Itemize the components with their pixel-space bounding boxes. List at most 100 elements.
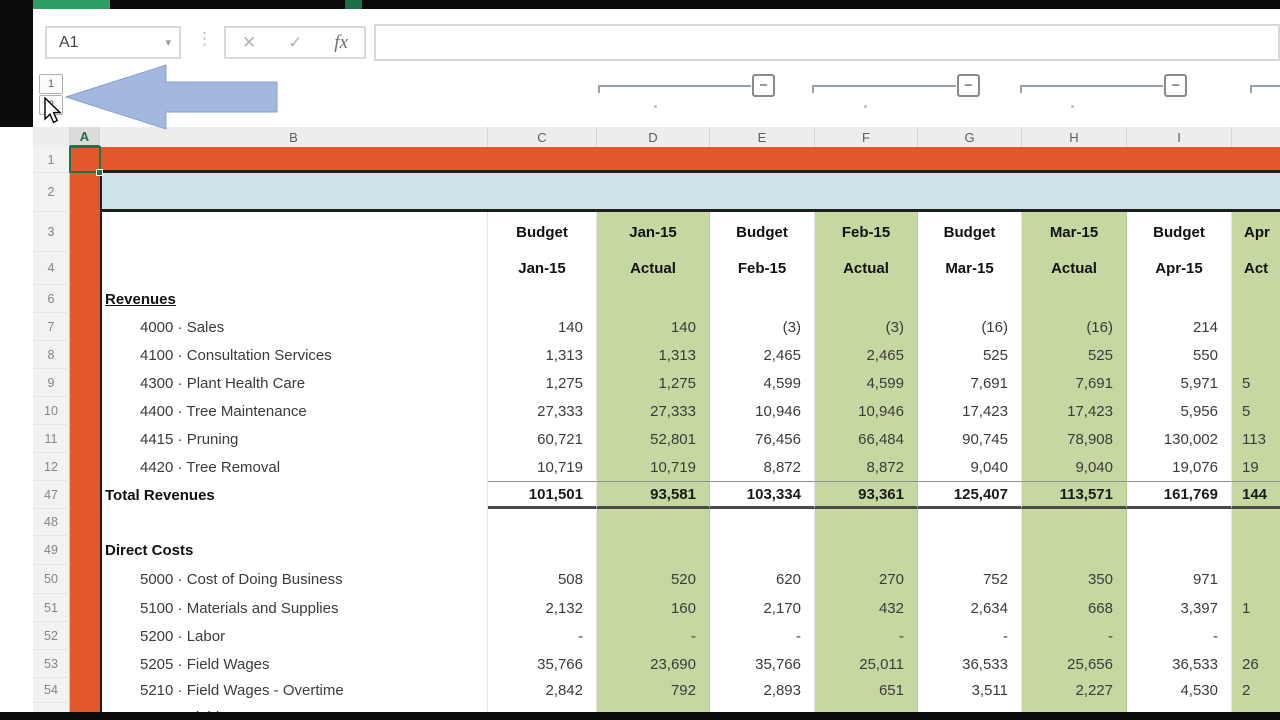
cell-B3[interactable] [100, 212, 488, 252]
cell-G50[interactable]: 752 [918, 565, 1022, 594]
cell-G4[interactable]: Mar-15 [918, 252, 1022, 285]
cell-D8[interactable]: 1,313 [597, 341, 710, 369]
cell-J49[interactable] [1232, 536, 1280, 565]
cell-B50[interactable]: 5000 · Cost of Doing Business [100, 565, 488, 594]
cell-F50[interactable]: 270 [815, 565, 918, 594]
cell-J9[interactable]: 5 [1232, 369, 1280, 397]
cell-J7[interactable] [1232, 313, 1280, 341]
fill-handle[interactable] [96, 169, 103, 176]
cell-B11[interactable]: 4415 · Pruning [100, 425, 488, 453]
cell-F8[interactable]: 2,465 [815, 341, 918, 369]
cell-G3[interactable]: Budget [918, 212, 1022, 252]
cell-D50[interactable]: 520 [597, 565, 710, 594]
cell-D47[interactable]: 93,581 [597, 481, 710, 509]
cell-I6[interactable] [1127, 285, 1232, 313]
cell-H47[interactable]: 113,571 [1022, 481, 1127, 509]
row-header-10[interactable]: 10 [33, 397, 70, 425]
cell-J11[interactable]: 113 [1232, 425, 1280, 453]
row-header-3[interactable]: 3 [33, 212, 70, 252]
cell-J55[interactable] [1232, 703, 1280, 712]
cell-H55[interactable]: 400 [1022, 703, 1127, 712]
cell-G6[interactable] [918, 285, 1022, 313]
cell-A3[interactable] [70, 212, 100, 252]
cell-H49[interactable] [1022, 536, 1127, 565]
cell-H7[interactable]: (16) [1022, 313, 1127, 341]
cell-B9[interactable]: 4300 · Plant Health Care [100, 369, 488, 397]
cell-F6[interactable] [815, 285, 918, 313]
cell-C8[interactable]: 1,313 [488, 341, 597, 369]
cell-E49[interactable] [710, 536, 815, 565]
cell-B53[interactable]: 5205 · Field Wages [100, 650, 488, 678]
cell-G8[interactable]: 525 [918, 341, 1022, 369]
col-header-E[interactable]: E [710, 127, 815, 147]
col-header-I[interactable]: I [1127, 127, 1232, 147]
cell-A2[interactable] [70, 173, 100, 212]
cell-F54[interactable]: 651 [815, 678, 918, 703]
cell-G47[interactable]: 125,407 [918, 481, 1022, 509]
cell-A12[interactable] [70, 453, 100, 481]
cell-I9[interactable]: 5,971 [1127, 369, 1232, 397]
cell-A49[interactable] [70, 536, 100, 565]
cell-A54[interactable] [70, 678, 100, 703]
cell-F47[interactable]: 93,361 [815, 481, 918, 509]
cell-C10[interactable]: 27,333 [488, 397, 597, 425]
cell-J52[interactable] [1232, 622, 1280, 650]
cell-H52[interactable]: - [1022, 622, 1127, 650]
row-header-2[interactable]: 2 [33, 173, 70, 212]
cell-A55[interactable] [70, 703, 100, 712]
cell-E51[interactable]: 2,170 [710, 594, 815, 622]
cell-B12[interactable]: 4420 · Tree Removal [100, 453, 488, 481]
cell-D12[interactable]: 10,719 [597, 453, 710, 481]
cell-F55[interactable]: 123 [815, 703, 918, 712]
cell-G55[interactable]: 502 [918, 703, 1022, 712]
cell-A53[interactable] [70, 650, 100, 678]
cell-C52[interactable]: - [488, 622, 597, 650]
cell-D4[interactable]: Actual [597, 252, 710, 285]
cell-A10[interactable] [70, 397, 100, 425]
insert-function-icon[interactable]: fx [334, 32, 348, 54]
cell-E8[interactable]: 2,465 [710, 341, 815, 369]
cell-J53[interactable]: 26 [1232, 650, 1280, 678]
cell-D11[interactable]: 52,801 [597, 425, 710, 453]
enter-icon[interactable]: ✓ [288, 33, 302, 53]
outline-collapse-button[interactable]: − [1164, 74, 1187, 97]
outline-collapse-button[interactable]: − [957, 74, 980, 97]
col-header-A[interactable]: A [70, 127, 100, 147]
cell-A47[interactable] [70, 481, 100, 509]
row-header-52[interactable]: 52 [33, 622, 70, 650]
cell-A48[interactable] [70, 509, 100, 536]
cell-I50[interactable]: 971 [1127, 565, 1232, 594]
cell-A51[interactable] [70, 594, 100, 622]
cell-H3[interactable]: Mar-15 [1022, 212, 1127, 252]
cell-A52[interactable] [70, 622, 100, 650]
col-header-G[interactable]: G [918, 127, 1022, 147]
cell-D7[interactable]: 140 [597, 313, 710, 341]
row-header-1[interactable]: 1 [33, 147, 70, 173]
row-header-4[interactable]: 4 [33, 252, 70, 285]
outline-level-button-1[interactable]: 1 [39, 74, 63, 94]
cell-I11[interactable]: 130,002 [1127, 425, 1232, 453]
cell-I10[interactable]: 5,956 [1127, 397, 1232, 425]
row-header-54[interactable]: 54 [33, 678, 70, 703]
cell-F11[interactable]: 66,484 [815, 425, 918, 453]
cell-D3[interactable]: Jan-15 [597, 212, 710, 252]
cell-C12[interactable]: 10,719 [488, 453, 597, 481]
cell-B4[interactable] [100, 252, 488, 285]
col-header-H[interactable]: H [1022, 127, 1127, 147]
cell-H54[interactable]: 2,227 [1022, 678, 1127, 703]
cell-B54[interactable]: 5210 · Field Wages - Overtime [100, 678, 488, 703]
cell-H51[interactable]: 668 [1022, 594, 1127, 622]
cell-C48[interactable] [488, 509, 597, 536]
cell-A6[interactable] [70, 285, 100, 313]
cell-E12[interactable]: 8,872 [710, 453, 815, 481]
cell-C11[interactable]: 60,721 [488, 425, 597, 453]
cell-I54[interactable]: 4,530 [1127, 678, 1232, 703]
cell-D54[interactable]: 792 [597, 678, 710, 703]
cell-D10[interactable]: 27,333 [597, 397, 710, 425]
cell-C55[interactable]: 406 [488, 703, 597, 712]
cell-I12[interactable]: 19,076 [1127, 453, 1232, 481]
cell-F49[interactable] [815, 536, 918, 565]
row-header-7[interactable]: 7 [33, 313, 70, 341]
row-header-8[interactable]: 8 [33, 341, 70, 369]
cell-D9[interactable]: 1,275 [597, 369, 710, 397]
